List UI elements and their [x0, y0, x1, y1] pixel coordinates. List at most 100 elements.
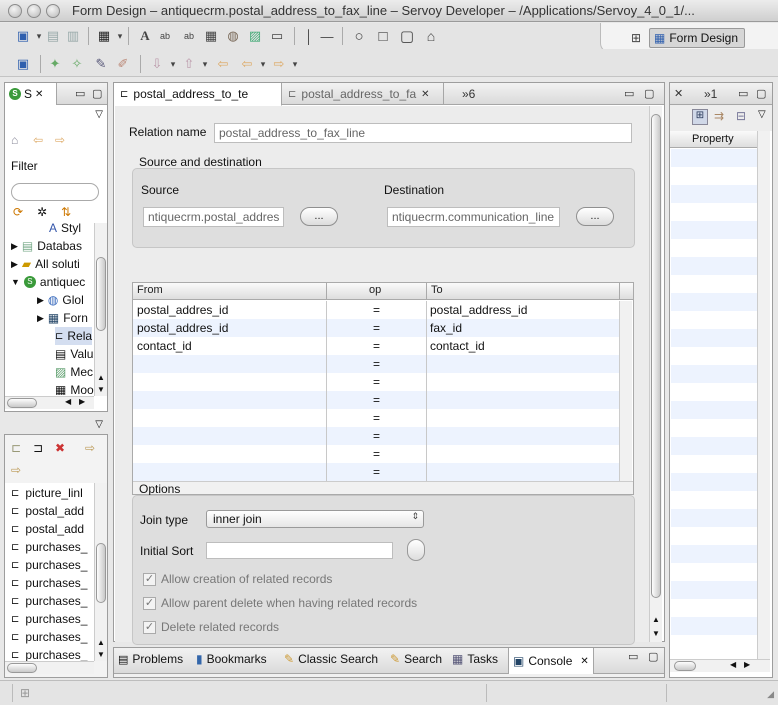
properties-tab-overflow[interactable]: »1 — [704, 87, 717, 101]
table-row[interactable]: = — [133, 445, 619, 463]
tab-console[interactable]: ▣ Console ✕ — [508, 648, 594, 674]
destination-input[interactable] — [387, 207, 560, 227]
tools-icon[interactable]: ✎ — [92, 55, 110, 73]
scroll-down-icon[interactable]: ▼ — [97, 650, 105, 659]
maximize-icon[interactable]: ▢ — [644, 87, 654, 100]
scroll-right-icon[interactable]: ▶ — [79, 397, 85, 406]
tree-horizontal-scrollbar[interactable]: ◀ ▶ — [5, 396, 94, 409]
view-menu-icon[interactable]: ▽ — [95, 109, 103, 120]
scroll-up-icon[interactable]: ▲ — [97, 373, 105, 382]
cell-op[interactable]: = — [373, 465, 380, 479]
tab-bookmarks[interactable]: ▮ Bookmarks — [192, 648, 267, 670]
list-item[interactable]: ⊏ postal_add — [11, 520, 84, 538]
border-icon[interactable]: ⌂ — [422, 27, 440, 45]
grid-horizontal-scrollbar[interactable] — [133, 481, 633, 494]
list-item[interactable]: ⊏ purchases_ — [11, 610, 87, 628]
view-menu-icon[interactable]: ▽ — [95, 419, 103, 430]
properties-vertical-scrollbar[interactable] — [757, 131, 770, 659]
home-icon[interactable]: ⌂ — [11, 133, 18, 147]
table-row[interactable]: = — [133, 373, 619, 391]
grid-vertical-scrollbar[interactable] — [619, 301, 632, 481]
minimize-icon[interactable]: ▭ — [75, 87, 85, 100]
close-icon[interactable]: ✕ — [421, 89, 429, 100]
open-icon[interactable]: ⊏ — [11, 441, 21, 455]
tab-tasks[interactable]: ▦ Tasks — [448, 648, 498, 670]
allow-parent-delete-checkbox[interactable]: ✓ Allow parent delete when having relate… — [143, 596, 417, 610]
cell-op[interactable]: = — [373, 411, 380, 425]
new-relation-icon[interactable]: ⊐ — [33, 441, 43, 455]
table-row[interactable]: = — [133, 409, 619, 427]
scroll-left-icon[interactable]: ◀ — [730, 660, 736, 669]
forward-dropdown-icon[interactable]: ▾ — [286, 55, 304, 73]
tab-postal-address-to-te[interactable]: ⊏ postal_address_to_te — [114, 83, 282, 106]
column-header-op[interactable]: op — [369, 284, 381, 296]
list-item[interactable]: ⊏ purchases_ — [11, 628, 87, 646]
debug-client-icon[interactable]: ✧ — [68, 55, 86, 73]
cell-op[interactable]: = — [373, 357, 380, 371]
list-item[interactable]: ⊏ purchases_ — [11, 592, 87, 610]
tab-postal-address-to-fa[interactable]: ⊏ postal_address_to_fa ✕ — [282, 83, 444, 105]
close-icon[interactable]: ✕ — [674, 87, 683, 100]
join-type-select[interactable]: inner join ⇕ — [206, 510, 424, 528]
scroll-left-icon[interactable]: ◀ — [65, 397, 71, 406]
text-field-icon[interactable]: ab — [156, 27, 174, 45]
filter-input[interactable] — [11, 183, 99, 201]
list-horizontal-scrollbar[interactable] — [5, 661, 94, 674]
column-header-to[interactable]: To — [431, 284, 443, 296]
refresh-icon[interactable]: ⟳ — [13, 205, 23, 219]
editor-vertical-scrollbar[interactable]: ▲ ▼ — [649, 106, 662, 642]
open-perspective-icon[interactable]: ⊞ — [627, 29, 645, 47]
source-input[interactable] — [143, 207, 284, 227]
tab-overflow[interactable]: »6 — [456, 83, 496, 105]
tree-item-forms[interactable]: ▶ ▦ Forn — [37, 309, 88, 327]
minimize-icon[interactable]: ▭ — [628, 650, 638, 663]
rounded-rect-icon[interactable]: ▢ — [398, 27, 416, 45]
table-row[interactable]: postal_addres_id = postal_address_id — [133, 301, 619, 319]
column-header-from[interactable]: From — [137, 284, 163, 296]
maximize-icon[interactable]: ▢ — [92, 87, 102, 100]
cell-op[interactable]: = — [373, 393, 380, 407]
cell-to[interactable]: postal_address_id — [430, 303, 527, 317]
window-controls[interactable] — [8, 3, 60, 18]
table-icon[interactable]: ▦ — [202, 27, 220, 45]
tree-vertical-scrollbar[interactable]: ▲ ▼ — [94, 223, 107, 396]
scroll-up-icon[interactable]: ▲ — [97, 638, 105, 647]
expand-icon[interactable]: ▶ — [37, 313, 44, 324]
view-menu-icon[interactable]: ▽ — [758, 109, 766, 120]
minimize-window-icon[interactable] — [27, 3, 41, 18]
resize-grip-icon[interactable]: ◢ — [767, 689, 774, 700]
sync-icon[interactable]: ⇅ — [61, 205, 71, 219]
shape-icon[interactable]: ◍ — [224, 27, 242, 45]
cell-op[interactable]: = — [373, 375, 380, 389]
tab-problems[interactable]: ▤ Problems — [114, 648, 183, 670]
save-icon[interactable]: ▤ — [44, 27, 62, 45]
cell-op[interactable]: = — [373, 303, 380, 317]
expand-icon[interactable]: ▶ — [11, 259, 18, 270]
tree-item-valuelists[interactable]: ▤ Valu — [55, 345, 93, 363]
allow-creation-checkbox[interactable]: ✓ Allow creation of related records — [143, 572, 332, 586]
cell-from[interactable]: postal_addres_id — [137, 303, 228, 317]
table-row[interactable]: = — [133, 463, 619, 481]
solution-explorer-tab[interactable]: S S ✕ — [5, 83, 57, 105]
minimize-icon[interactable]: ▭ — [624, 87, 634, 100]
property-column-header[interactable]: Property — [670, 131, 757, 148]
table-row[interactable]: = — [133, 355, 619, 373]
move-icon[interactable]: ⇨ — [85, 441, 95, 455]
table-row[interactable]: = — [133, 427, 619, 445]
cell-op[interactable]: = — [373, 447, 380, 461]
tree-item-media[interactable]: ▨ Mec — [55, 363, 93, 381]
horizontal-line-icon[interactable]: — — [318, 27, 336, 45]
list-item[interactable]: ⊏ purchases_ — [11, 538, 87, 556]
image-icon[interactable]: ▨ — [246, 27, 264, 45]
list-item[interactable]: ⊏ purchases_ — [11, 574, 87, 592]
close-icon[interactable]: ✕ — [580, 656, 588, 667]
expand-icon[interactable]: ▶ — [11, 241, 18, 252]
tab-search[interactable]: ✎ Search — [386, 648, 442, 670]
properties-horizontal-scrollbar[interactable]: ◀ ▶ — [670, 659, 770, 672]
restore-default-icon[interactable]: ⊟ — [736, 109, 746, 123]
cell-op[interactable]: = — [373, 321, 380, 335]
perspective-form-design-button[interactable]: ▦ Form Design — [649, 28, 745, 48]
scroll-down-icon[interactable]: ▼ — [652, 629, 660, 638]
close-window-icon[interactable] — [8, 3, 22, 18]
forward-icon[interactable]: ⇨ — [55, 133, 65, 147]
